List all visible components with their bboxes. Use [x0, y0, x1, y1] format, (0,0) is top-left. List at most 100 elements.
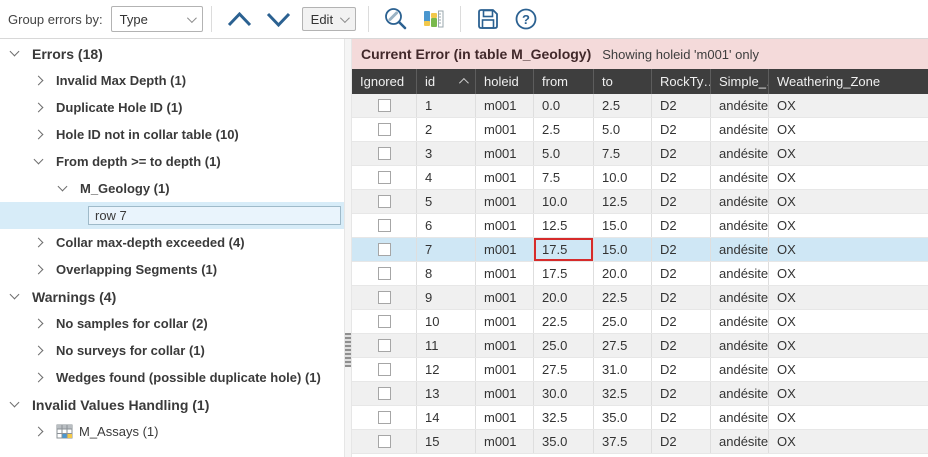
svg-text:?: ?: [522, 12, 530, 27]
table-row[interactable]: 1 m001 0.0 2.5 D2 andésite OX: [352, 94, 928, 118]
tree-expander-icon[interactable]: [32, 317, 46, 331]
edit-dropdown[interactable]: Edit: [302, 7, 356, 31]
previous-error-button[interactable]: [222, 8, 257, 31]
tree-expander-icon[interactable]: [32, 74, 46, 88]
id-cell: 5: [416, 190, 475, 213]
ignored-checkbox[interactable]: [378, 195, 391, 208]
tree-item[interactable]: Collar max-depth exceeded (4): [0, 229, 344, 256]
rocktype-cell: D2: [651, 310, 710, 333]
simple-cell: andésite: [710, 286, 768, 309]
tree-item[interactable]: No samples for collar (2): [0, 310, 344, 337]
tree-expander-icon[interactable]: [32, 371, 46, 385]
simple-cell: andésite: [710, 166, 768, 189]
ignored-checkbox[interactable]: [378, 315, 391, 328]
tree-item-label: Wedges found (possible duplicate hole) (…: [56, 370, 321, 385]
table-row[interactable]: 10 m001 22.5 25.0 D2 andésite OX: [352, 310, 928, 334]
holeid-cell: m001: [475, 430, 533, 453]
column-header[interactable]: from: [533, 69, 593, 94]
ignored-checkbox[interactable]: [378, 267, 391, 280]
table-row[interactable]: 4 m001 7.5 10.0 D2 andésite OX: [352, 166, 928, 190]
table-row[interactable]: 13 m001 30.0 32.5 D2 andésite OX: [352, 382, 928, 406]
table-row[interactable]: 2 m001 2.5 5.0 D2 andésite OX: [352, 118, 928, 142]
table-row[interactable]: 7 m001 17.5 15.0 D2 andésite OX: [352, 238, 928, 262]
ignored-checkbox[interactable]: [378, 219, 391, 232]
table-row[interactable]: 14 m001 32.5 35.0 D2 andésite OX: [352, 406, 928, 430]
tree-expander-icon[interactable]: [32, 155, 46, 169]
tree-expander-icon[interactable]: [32, 344, 46, 358]
toolbar-separator: [368, 6, 369, 32]
tree-item[interactable]: Duplicate Hole ID (1): [0, 94, 344, 121]
table-row[interactable]: 6 m001 12.5 15.0 D2 andésite OX: [352, 214, 928, 238]
help-button[interactable]: ?: [509, 4, 543, 34]
ignored-checkbox[interactable]: [378, 123, 391, 136]
holeid-cell: m001: [475, 94, 533, 117]
holeid-cell: m001: [475, 286, 533, 309]
table-row[interactable]: 11 m001 25.0 27.5 D2 andésite OX: [352, 334, 928, 358]
tree-item[interactable]: Overlapping Segments (1): [0, 256, 344, 283]
tree-expander-icon[interactable]: [32, 101, 46, 115]
table-row[interactable]: 9 m001 20.0 22.5 D2 andésite OX: [352, 286, 928, 310]
tree-item[interactable]: No surveys for collar (1): [0, 337, 344, 364]
tree-expander-icon[interactable]: [8, 47, 22, 61]
holeid-cell: m001: [475, 238, 533, 261]
rocktype-cell: D2: [651, 430, 710, 453]
table-row[interactable]: 5 m001 10.0 12.5 D2 andésite OX: [352, 190, 928, 214]
table-row[interactable]: 8 m001 17.5 20.0 D2 andésite OX: [352, 262, 928, 286]
group-by-dropdown[interactable]: Type: [111, 6, 203, 32]
holeid-cell: m001: [475, 190, 533, 213]
statistics-button[interactable]: [417, 5, 450, 33]
tree-item[interactable]: Invalid Max Depth (1): [0, 67, 344, 94]
tree-expander-icon[interactable]: [56, 182, 70, 196]
tree-item[interactable]: row 7: [0, 202, 344, 229]
tree-item[interactable]: Invalid Values Handling (1): [0, 391, 344, 418]
column-header[interactable]: id: [416, 69, 475, 94]
tree-expander-icon[interactable]: [8, 290, 22, 304]
tree-expander-icon[interactable]: [32, 128, 46, 142]
tree-item[interactable]: Hole ID not in collar table (10): [0, 121, 344, 148]
table-row[interactable]: 3 m001 5.0 7.5 D2 andésite OX: [352, 142, 928, 166]
holeid-cell: m001: [475, 310, 533, 333]
tree-expander-icon[interactable]: [32, 263, 46, 277]
ignored-checkbox[interactable]: [378, 435, 391, 448]
tree-item[interactable]: Wedges found (possible duplicate hole) (…: [0, 364, 344, 391]
column-header[interactable]: Simple_…: [710, 69, 768, 94]
id-cell: 4: [416, 166, 475, 189]
column-header[interactable]: RockTy…: [651, 69, 710, 94]
table-row[interactable]: 12 m001 27.5 31.0 D2 andésite OX: [352, 358, 928, 382]
ignored-checkbox[interactable]: [378, 171, 391, 184]
table-row[interactable]: 15 m001 35.0 37.5 D2 andésite OX: [352, 430, 928, 454]
tree-item[interactable]: M_Geology (1): [0, 175, 344, 202]
weathering-zone-cell: OX: [768, 334, 928, 357]
next-error-button[interactable]: [261, 8, 296, 31]
ignored-checkbox[interactable]: [378, 339, 391, 352]
current-error-subtitle: Showing holeid 'm001' only: [602, 47, 759, 62]
ignored-checkbox[interactable]: [378, 243, 391, 256]
column-header[interactable]: to: [593, 69, 651, 94]
column-header[interactable]: Ignored: [352, 69, 416, 94]
column-header[interactable]: holeid: [475, 69, 533, 94]
from-cell: 32.5: [533, 406, 593, 429]
ignored-checkbox[interactable]: [378, 99, 391, 112]
ignored-checkbox[interactable]: [378, 363, 391, 376]
panel-splitter[interactable]: [344, 39, 352, 457]
weathering-zone-cell: OX: [768, 430, 928, 453]
tree-expander-icon[interactable]: [8, 398, 22, 412]
save-button[interactable]: [471, 4, 505, 34]
tree-item[interactable]: Errors (18): [0, 40, 344, 67]
holeid-cell: m001: [475, 262, 533, 285]
tree-item[interactable]: Warnings (4): [0, 283, 344, 310]
statistics-icon: [421, 7, 446, 31]
tree-item[interactable]: From depth >= to depth (1): [0, 148, 344, 175]
column-header[interactable]: Weathering_Zone: [768, 69, 928, 94]
ignored-checkbox[interactable]: [378, 411, 391, 424]
tree-expander-icon[interactable]: [32, 236, 46, 250]
to-cell: 10.0: [593, 166, 651, 189]
from-cell: 10.0: [533, 190, 593, 213]
ignored-checkbox[interactable]: [378, 387, 391, 400]
tree-expander-icon[interactable]: [32, 425, 46, 439]
id-cell: 3: [416, 142, 475, 165]
inspect-error-button[interactable]: [379, 4, 413, 34]
tree-item[interactable]: M_Assays (1): [0, 418, 344, 445]
ignored-checkbox[interactable]: [378, 147, 391, 160]
ignored-checkbox[interactable]: [378, 291, 391, 304]
